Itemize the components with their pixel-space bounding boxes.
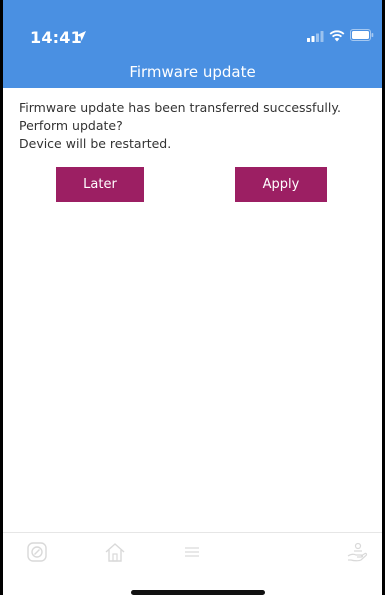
- signal-icon: [307, 31, 324, 42]
- page-title: Firmware update: [129, 63, 256, 81]
- location-arrow-icon: [76, 31, 86, 41]
- home-indicator[interactable]: [131, 590, 265, 595]
- menu-icon: [185, 547, 199, 557]
- app-screen: 14:41 Firmware update Firmware update ha…: [3, 0, 382, 595]
- later-button[interactable]: Later: [56, 167, 144, 202]
- battery-icon: [350, 29, 374, 41]
- home-icon: [105, 543, 125, 562]
- tab-device[interactable]: [26, 541, 48, 563]
- tab-menu[interactable]: [181, 541, 203, 563]
- navigation-bar: Firmware update: [3, 58, 382, 88]
- hand-service-icon: [347, 542, 368, 562]
- message-line-2: Device will be restarted.: [19, 136, 172, 151]
- wifi-icon: [329, 30, 345, 42]
- tab-service[interactable]: [346, 541, 368, 563]
- message-line-1: Firmware update has been transferred suc…: [19, 100, 341, 133]
- confirmation-message: Firmware update has been transferred suc…: [19, 99, 374, 153]
- tab-bar: [3, 532, 382, 572]
- status-bar: 14:41: [3, 0, 382, 58]
- apply-button[interactable]: Apply: [235, 167, 327, 202]
- device-icon: [27, 542, 47, 562]
- tab-home[interactable]: [104, 541, 126, 563]
